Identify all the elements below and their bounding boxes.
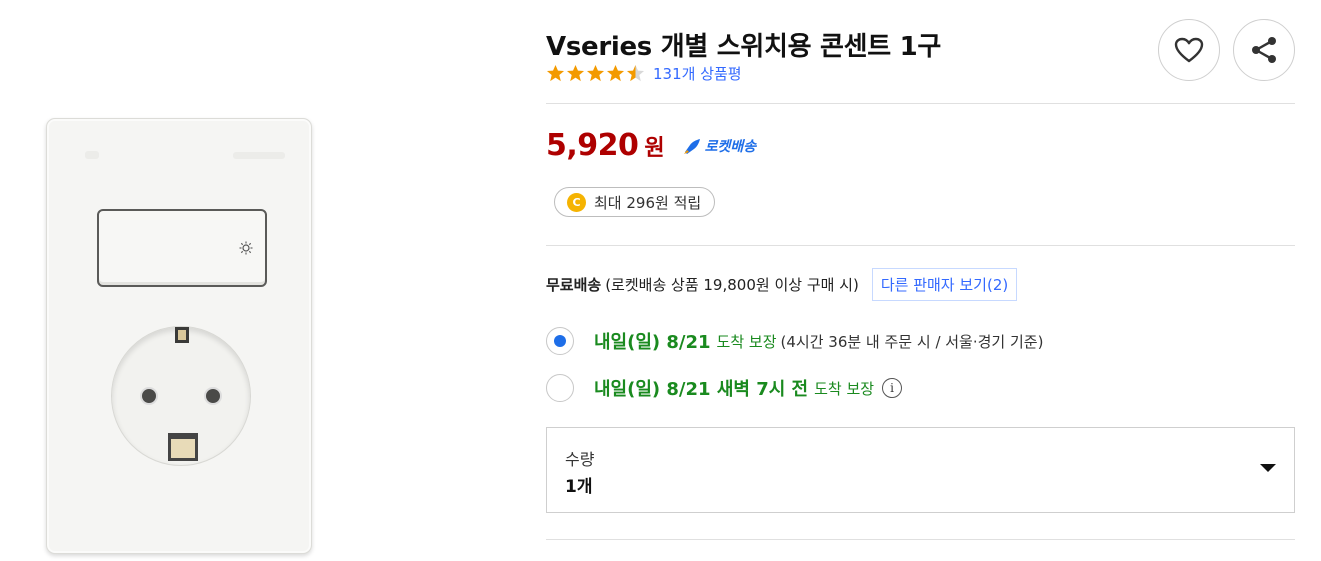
heart-icon	[1174, 37, 1204, 63]
delivery-date: 내일(일) 8/21 새벽 7시 전	[594, 379, 809, 400]
outlet-socket	[111, 326, 251, 466]
light-icon	[239, 241, 253, 255]
delivery-note: (4시간 36분 내 주문 시 / 서울·경기 기준)	[780, 332, 1044, 351]
product-image[interactable]	[44, 116, 316, 558]
product-title: Vseries 개별 스위치용 콘센트 1구	[546, 32, 941, 62]
divider	[546, 103, 1295, 104]
plate-logo	[233, 152, 285, 159]
radio-unselected[interactable]	[546, 374, 574, 402]
quantity-label: 수량	[565, 450, 595, 469]
wishlist-button[interactable]	[1158, 19, 1220, 81]
plate-mark	[85, 151, 99, 159]
socket-hole-left	[140, 387, 158, 405]
info-icon[interactable]: i	[882, 378, 903, 398]
rocker-switch	[97, 209, 267, 287]
divider	[546, 539, 1295, 540]
share-button[interactable]	[1233, 19, 1295, 81]
delivery-guarantee: 도착 보장	[814, 379, 875, 398]
socket-hole-right	[204, 387, 222, 405]
cash-reward-label: 최대 296원 적립	[594, 193, 702, 212]
price-value: 5,920	[546, 128, 639, 163]
radio-selected[interactable]	[546, 327, 574, 355]
price-row: 5,920 원 로켓배송	[546, 128, 756, 163]
star-icon	[586, 64, 605, 82]
rocket-delivery-badge: 로켓배송	[681, 136, 757, 156]
switch-plate	[46, 118, 312, 554]
quantity-select[interactable]: 수량 1개	[546, 427, 1295, 513]
delivery-option[interactable]: 내일(일) 8/21 새벽 7시 전 도착 보장 i	[546, 374, 903, 402]
star-icon	[566, 64, 585, 82]
delivery-option[interactable]: 내일(일) 8/21 도착 보장 (4시간 36분 내 주문 시 / 서울·경기…	[546, 327, 1043, 355]
shipping-condition: (로켓배송 상품 19,800원 이상 구매 시)	[605, 276, 859, 294]
coupang-cash-icon: C	[567, 192, 586, 212]
share-icon	[1252, 37, 1276, 63]
shipping-row: 무료배송 (로켓배송 상품 19,800원 이상 구매 시) 다른 판매자 보기…	[546, 268, 1018, 301]
rating-stars[interactable]	[546, 64, 645, 83]
ground-clip-top	[175, 327, 189, 343]
cash-reward-badge[interactable]: C 최대 296원 적립	[554, 187, 716, 217]
star-icon	[546, 64, 565, 82]
quantity-value: 1개	[565, 477, 593, 497]
half-star-icon	[626, 64, 645, 82]
other-sellers-button[interactable]: 다른 판매자 보기(2)	[871, 268, 1018, 301]
divider	[546, 245, 1295, 246]
rocket-delivery-label: 로켓배송	[704, 139, 757, 155]
review-count-link[interactable]: 131개 상품평	[653, 63, 742, 84]
rocket-icon	[683, 139, 700, 154]
delivery-date: 내일(일) 8/21	[594, 332, 711, 353]
price-unit: 원	[644, 136, 665, 161]
star-icon	[606, 64, 625, 82]
free-shipping-label: 무료배송	[546, 276, 602, 294]
rating-row: 131개 상품평	[546, 63, 742, 84]
caret-down-icon	[1260, 464, 1276, 472]
delivery-guarantee: 도착 보장	[716, 332, 777, 351]
ground-clip-bottom	[168, 433, 198, 461]
